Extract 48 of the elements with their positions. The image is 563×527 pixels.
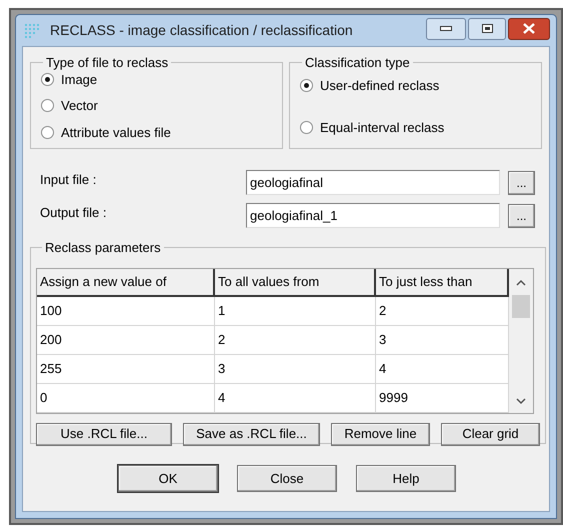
- field-label: Output file :: [40, 204, 108, 222]
- window-title: RECLASS - image classification / reclassification: [50, 21, 353, 40]
- table-cell[interactable]: 255: [37, 354, 215, 384]
- radio-button[interactable]: [300, 121, 313, 134]
- scroll-down-icon: [516, 396, 526, 404]
- close-icon: [523, 23, 535, 34]
- dialog-button[interactable]: Help: [356, 465, 456, 492]
- radio-button[interactable]: [41, 72, 54, 86]
- radio-button[interactable]: [300, 78, 313, 92]
- group-label: Classification type: [304, 54, 411, 72]
- radio-label: User-defined reclass: [320, 76, 440, 94]
- group-label: Reclass parameters: [44, 239, 162, 257]
- table-cell[interactable]: 200: [37, 326, 215, 354]
- radio-button[interactable]: [41, 99, 54, 112]
- maximize-button[interactable]: [468, 18, 506, 40]
- browse-button[interactable]: ...: [508, 204, 535, 228]
- column-header: To just less than: [376, 268, 509, 296]
- file-input-field[interactable]: geologiafinal_1: [246, 203, 500, 228]
- scroll-up-icon: [516, 278, 526, 286]
- table-cell[interactable]: 1: [215, 296, 376, 326]
- close-button[interactable]: [508, 18, 550, 40]
- radio-button[interactable]: [41, 126, 54, 139]
- grid-action-button[interactable]: Save as .RCL file...: [183, 422, 320, 446]
- field-label: Input file :: [40, 170, 98, 189]
- column-header: Assign a new value of: [37, 268, 215, 296]
- radio-label: Vector: [61, 97, 98, 115]
- grid-action-button[interactable]: Clear grid: [441, 422, 540, 446]
- scrollbar-thumb[interactable]: [512, 294, 530, 318]
- dialog-button[interactable]: OK: [118, 465, 218, 492]
- file-input-field[interactable]: geologiafinal: [246, 170, 500, 195]
- app-icon: [24, 22, 42, 40]
- group-label: Type of file to reclass: [45, 54, 170, 72]
- table-cell[interactable]: 0: [37, 384, 215, 412]
- minimize-icon: [440, 26, 452, 31]
- maximize-icon: [482, 24, 492, 33]
- dialog-button[interactable]: Close: [237, 465, 337, 492]
- table-cell[interactable]: 100: [37, 296, 215, 326]
- column-header: To all values from: [215, 268, 376, 296]
- radio-label: Equal-interval reclass: [320, 119, 444, 137]
- grid-action-button[interactable]: Remove line: [331, 422, 430, 446]
- grid-action-button[interactable]: Use .RCL file...: [36, 422, 172, 446]
- radio-label: Attribute values file: [61, 124, 171, 142]
- radio-label: Image: [61, 70, 98, 89]
- minimize-button[interactable]: [426, 18, 466, 40]
- table-cell[interactable]: 2: [215, 326, 376, 354]
- table-cell[interactable]: 3: [215, 354, 376, 384]
- browse-button[interactable]: ...: [508, 170, 535, 194]
- table-cell[interactable]: 4: [215, 384, 376, 412]
